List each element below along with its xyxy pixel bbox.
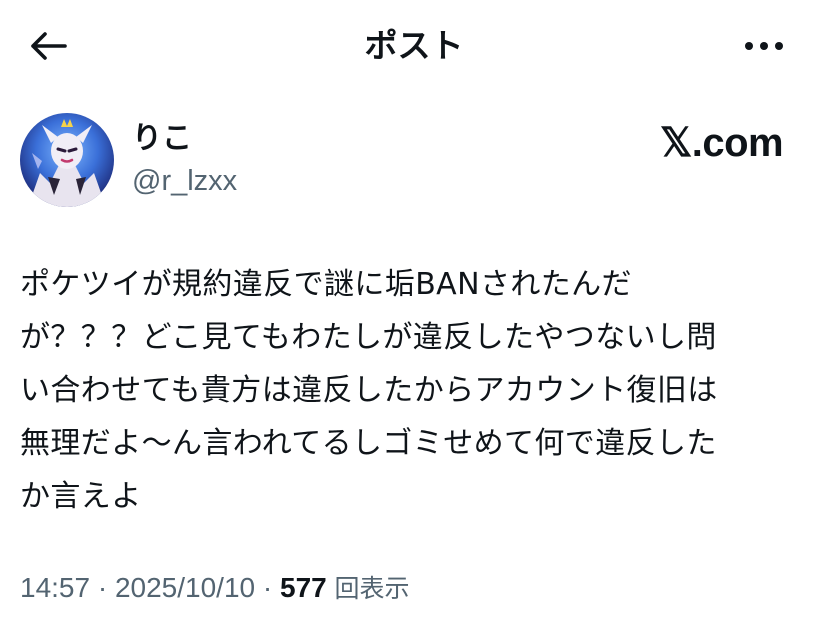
avatar[interactable] <box>20 113 114 207</box>
post-text-line: い合わせても貴方は違反したからアカウント復旧は <box>20 373 718 408</box>
more-horizontal-icon <box>745 42 783 50</box>
top-bar: ポスト <box>0 0 828 90</box>
post-author: りこ @r_lzxx 𝕏.com <box>20 113 810 209</box>
post-text-line: ポケツイが規約違反で謎に垢BANされたんだ <box>20 267 632 302</box>
x-com-watermark: 𝕏.com <box>660 121 784 165</box>
post-text-line: か言えよ <box>20 479 142 514</box>
post-text-line: 無理だよ〜ん言われてるしゴミせめて何で違反した <box>20 426 717 461</box>
post-text-line: が？？？どこ見てもわたしが違反したやつないし問 <box>20 320 717 355</box>
separator: · <box>255 572 280 603</box>
separator: · <box>90 572 115 603</box>
views-count: 577 <box>280 572 327 603</box>
more-options-button[interactable] <box>740 24 788 68</box>
user-handle[interactable]: @r_lzxx <box>132 163 237 199</box>
post-body: ポケツイが規約違反で謎に垢BANされたんだ が？？？どこ見てもわたしが違反したや… <box>20 258 810 523</box>
post-date[interactable]: 2025/10/10 <box>115 572 255 603</box>
post-metadata: 14:57 · 2025/10/10 · 577 回表示 <box>20 568 410 609</box>
page-title: ポスト <box>364 26 464 65</box>
user-avatar-image <box>20 113 114 207</box>
post-time[interactable]: 14:57 <box>20 572 90 603</box>
views-label: 回表示 <box>334 574 410 603</box>
display-name[interactable]: りこ <box>132 121 192 157</box>
